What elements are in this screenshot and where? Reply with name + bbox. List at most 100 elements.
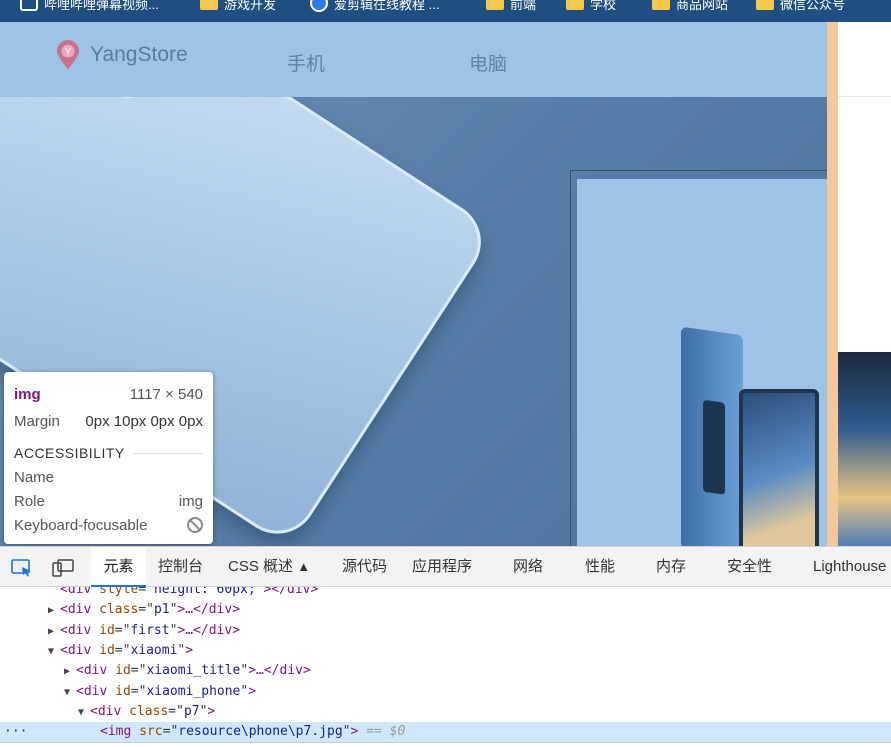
foldable-phone-image: [681, 326, 743, 546]
dom-tag-close: >: [207, 704, 216, 719]
dom-node[interactable]: ▶ <div id="xiaomi_title">…</div>: [64, 661, 311, 681]
dom-attr-value: p1: [153, 602, 170, 617]
expand-arrow-icon[interactable]: ▼: [48, 642, 60, 662]
bookmark-item[interactable]: 微信公众号: [756, 0, 845, 13]
folder-icon: [200, 0, 218, 10]
dom-tag: div: [67, 587, 92, 597]
dom-node[interactable]: ▼ <div class="p7">: [78, 702, 215, 722]
dom-tag: div: [67, 602, 92, 617]
inspect-tooltip: img 1117 × 540 Margin 0px 10px 0px 0px A…: [4, 372, 213, 544]
shield-icon: [310, 0, 328, 12]
accessibility-section: ACCESSIBILITY: [14, 445, 203, 461]
folder-icon: [486, 0, 504, 10]
dom-attr-name: id: [115, 663, 131, 678]
tab-network[interactable]: 网络: [513, 547, 543, 587]
panel-divider: [0, 742, 891, 743]
brand-name: YangStore: [90, 43, 188, 66]
tooltip-role-label: Role: [14, 492, 45, 510]
dom-node[interactable]: ▼ <div id="xiaomi_phone">: [64, 682, 256, 702]
location-pin-logo-icon: Y: [56, 40, 80, 70]
dom-tag: img: [107, 724, 132, 739]
bookmark-item[interactable]: 前端: [486, 0, 536, 13]
device-image-edge: [838, 352, 891, 546]
dom-tag: div: [67, 643, 92, 658]
tab-label: CSS 概述: [228, 558, 294, 575]
dom-tag-close: ></div>: [263, 587, 319, 597]
dom-node[interactable]: ▶ <div id="first">…</div>: [48, 621, 240, 641]
tab-memory[interactable]: 内存: [656, 547, 686, 587]
tab-console[interactable]: 控制台: [158, 547, 203, 587]
bookmark-label: 商品网站: [676, 0, 729, 12]
dom-attr-value: p7: [183, 704, 200, 719]
dom-tag: div: [67, 623, 92, 638]
web-page: Y YangStore 手机 电脑 img 1117 × 540 Margin …: [0, 22, 891, 546]
expand-arrow-icon[interactable]: ▼: [78, 703, 90, 723]
devtools-tab-bar: 元素 控制台 CSS 概述 ▲ 源代码 应用程序 网络 性能 内存 安全性 Li…: [0, 546, 891, 587]
dom-tag-close: >: [248, 684, 257, 699]
brand[interactable]: Y YangStore: [56, 40, 188, 70]
margin-highlight: [827, 22, 838, 546]
tooltip-name-label: Name: [14, 468, 55, 486]
nav-link-phones[interactable]: 手机: [287, 49, 325, 76]
expand-arrow-icon[interactable]: ▶: [64, 662, 76, 682]
tooltip-margin-label: Margin: [14, 412, 60, 430]
bookmark-item[interactable]: 哔哩哔哩弹幕视频...: [20, 0, 159, 13]
dom-attr-name: src: [139, 724, 163, 739]
dom-node[interactable]: ▶ <div class="p1">…</div>: [48, 600, 240, 620]
dom-attr-value: height: 60px;: [153, 587, 256, 597]
bookmark-item[interactable]: 商品网站: [652, 0, 728, 13]
tab-application[interactable]: 应用程序: [412, 547, 472, 587]
tab-sources[interactable]: 源代码: [342, 547, 387, 587]
device-toolbar-icon[interactable]: [52, 559, 74, 577]
experiment-flask-icon: ▲: [297, 559, 311, 574]
dom-node-img[interactable]: <img src="resource\phone\p7.jpg"> == $0: [100, 722, 405, 742]
dom-attr-value: first: [130, 623, 170, 638]
bookmark-item[interactable]: 学校: [566, 0, 616, 13]
console-ref-marker: == $0: [366, 724, 406, 739]
bookmark-item[interactable]: 游戏开发: [200, 0, 276, 13]
bookmark-label: 前端: [510, 0, 537, 12]
inspect-element-icon[interactable]: [11, 559, 31, 577]
tab-css-overview[interactable]: CSS 概述 ▲: [228, 547, 310, 587]
dom-tag-close: >…</div>: [248, 663, 311, 678]
tooltip-tag: img: [14, 385, 41, 403]
section-divider: [132, 452, 203, 454]
dom-node[interactable]: ▼ <div id="xiaomi">: [48, 641, 193, 661]
tab-elements[interactable]: 元素: [91, 547, 146, 587]
dom-node[interactable]: <div style="height: 60px;"></div>: [48, 587, 318, 600]
tooltip-focusable-label: Keyboard-focusable: [14, 516, 148, 534]
bookmark-label: 游戏开发: [224, 0, 277, 12]
dom-tag: div: [97, 704, 122, 719]
breadcrumb-ellipsis[interactable]: ···: [4, 724, 27, 739]
camera-strip: [703, 399, 725, 495]
folder-icon: [652, 0, 670, 10]
folder-icon: [756, 0, 774, 10]
tab-security[interactable]: 安全性: [727, 547, 772, 587]
bookmark-item[interactable]: 爱剪辑在线教程 ...: [310, 0, 439, 13]
dom-attr-value: xiaomi_title: [146, 663, 241, 678]
dom-attr-value: xiaomi_phone: [146, 684, 241, 699]
dom-attr-value: xiaomi: [130, 643, 178, 658]
bookmark-label: 哔哩哔哩弹幕视频...: [44, 0, 159, 12]
tab-performance[interactable]: 性能: [585, 547, 615, 587]
dom-attr-name: id: [99, 623, 115, 638]
dom-attr-name: id: [99, 643, 115, 658]
dom-attr-name: class: [129, 704, 169, 719]
tooltip-role-value: img: [178, 492, 203, 510]
dom-attr-name: style: [99, 587, 139, 597]
bookmark-label: 微信公众号: [780, 0, 846, 12]
expand-arrow-icon[interactable]: ▶: [48, 601, 60, 621]
tab-lighthouse[interactable]: Lighthouse: [813, 547, 886, 587]
dom-attr-value: resource\phone\p7.jpg: [178, 724, 343, 739]
screen: 哔哩哔哩弹幕视频... 游戏开发 爱剪辑在线教程 ... 前端 学校 商品网站 …: [0, 0, 891, 747]
svg-text:Y: Y: [65, 47, 72, 58]
highlighted-img-element[interactable]: [577, 179, 827, 546]
expand-arrow-icon[interactable]: ▶: [48, 622, 60, 642]
expand-arrow-icon[interactable]: ▼: [64, 683, 76, 703]
not-allowed-icon: [187, 517, 203, 533]
site-nav: Y YangStore 手机 电脑: [0, 22, 827, 97]
nav-link-computers[interactable]: 电脑: [469, 49, 507, 76]
foldable-screen-image: [739, 389, 819, 546]
tv-icon: [20, 0, 38, 11]
dom-tag-close: >…</div>: [177, 602, 241, 617]
